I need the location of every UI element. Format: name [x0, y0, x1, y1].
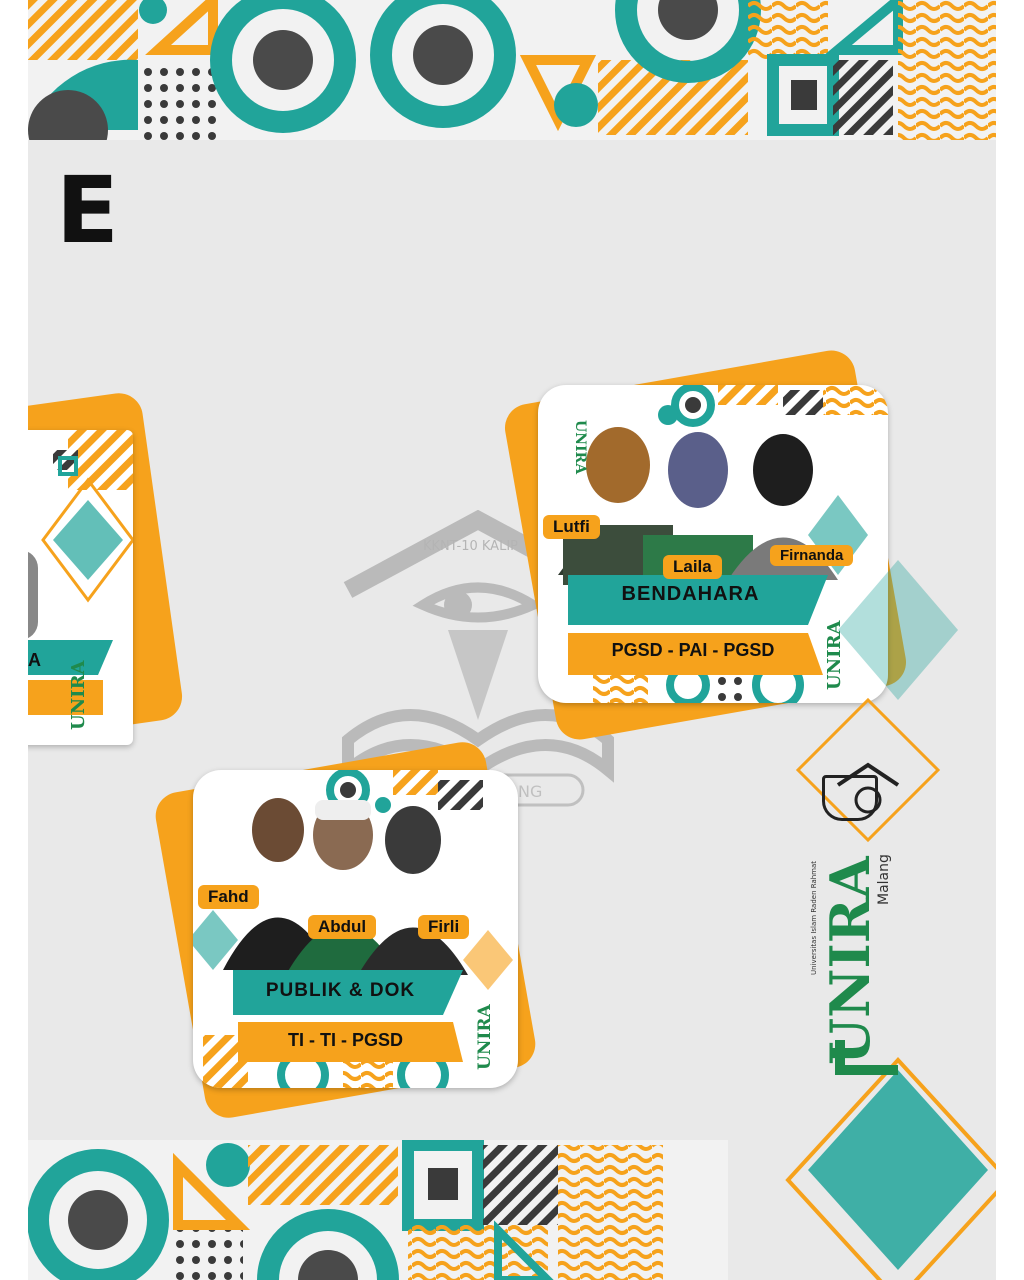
- left-card-unira-logo: UNIRA: [68, 660, 89, 731]
- right-logo-block: UNIRA Malang Universitas Islam Raden Rah…: [808, 765, 892, 1075]
- poster: E KKNT-10 KALIP NG A UNIRA UNIRA Lutfi L…: [0, 0, 1024, 1280]
- member-name-abdul: Abdul: [308, 915, 377, 939]
- member-name-fahd: Fahd: [198, 885, 259, 909]
- card-publik-dok: Fahd Abdul Firli PUBLIK & DOK TI - TI - …: [151, 738, 558, 1130]
- role-banner-publik-dok: PUBLIK & DOK: [265, 980, 416, 1001]
- right-margin: [996, 0, 1024, 1280]
- member-name-laila: Laila: [663, 555, 722, 579]
- unira-university-text: Universitas Islam Raden Rahmat: [810, 860, 818, 975]
- prodi-banner-publik-dok: TI - TI - PGSD: [288, 1030, 403, 1050]
- bottom-pattern-band: [28, 1140, 728, 1280]
- logo-eye-icon: [822, 775, 878, 821]
- top-pattern-band: [28, 0, 996, 140]
- left-margin: [0, 0, 28, 1280]
- publik-unira-logo: UNIRA: [475, 1004, 495, 1070]
- left-partial-card: A UNIRA: [28, 390, 186, 760]
- unira-logo-text: UNIRA: [818, 856, 882, 1066]
- heading-letter: E: [56, 157, 119, 264]
- poster-panel: E KKNT-10 KALIP NG A UNIRA UNIRA Lutfi L…: [28, 0, 996, 1280]
- unira-city-text: Malang: [876, 854, 892, 905]
- bendahara-unira-top: UNIRA: [572, 420, 588, 475]
- member-name-lutfi: Lutfi: [543, 515, 600, 539]
- watermark-label: KKNT-10 KALIP: [423, 539, 518, 554]
- member-name-firli: Firli: [418, 915, 470, 939]
- left-card-role: A: [28, 650, 41, 670]
